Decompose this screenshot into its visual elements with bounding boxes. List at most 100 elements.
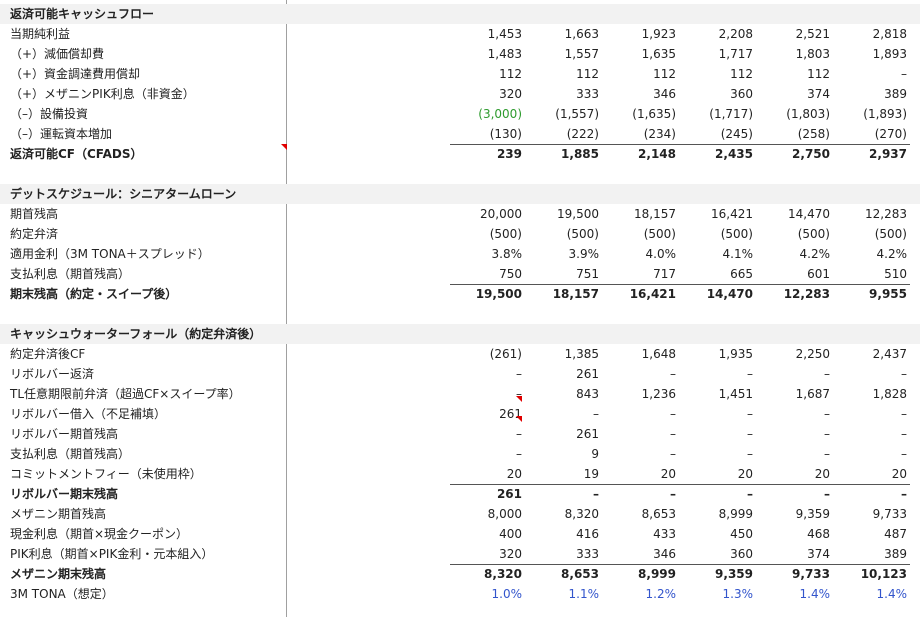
- value-cell[interactable]: 261: [448, 404, 522, 424]
- value-cell[interactable]: 2,437: [833, 344, 907, 364]
- value-cell[interactable]: 261: [448, 484, 522, 504]
- table-row[interactable]: メザニン期首残高 8,000 8,320 8,653 8,999 9,359 9,733: [0, 504, 920, 524]
- value-cell[interactable]: 19,500: [448, 284, 522, 304]
- value-cell[interactable]: 14,470: [756, 204, 830, 224]
- value-cell[interactable]: (3,000): [448, 104, 522, 124]
- value-cell[interactable]: 3.9%: [525, 244, 600, 264]
- value-cell[interactable]: 239: [448, 144, 522, 164]
- value-cell[interactable]: 1,483: [448, 44, 522, 64]
- table-row[interactable]: リボルバー期末残高 261– – – – –: [0, 484, 920, 504]
- value-cell[interactable]: 20: [602, 464, 676, 484]
- value-cell[interactable]: 1,885: [525, 144, 599, 164]
- value-cell[interactable]: (234): [602, 124, 676, 144]
- value-cell[interactable]: 261: [525, 424, 599, 444]
- value-cell[interactable]: 8,999: [679, 504, 753, 524]
- value-cell[interactable]: 9,955: [833, 284, 907, 304]
- value-cell[interactable]: 112: [756, 64, 830, 84]
- value-cell[interactable]: 1,236: [602, 384, 676, 404]
- value-cell[interactable]: 19,500: [525, 204, 599, 224]
- table-row[interactable]: 3M TONA（想定） 1.0% 1.1% 1.2% 1.3% 1.4% 1.4%: [0, 584, 920, 604]
- value-cell[interactable]: (500): [833, 224, 907, 244]
- value-cell[interactable]: (1,803): [756, 104, 830, 124]
- value-cell[interactable]: 4.1%: [679, 244, 754, 264]
- value-cell[interactable]: –: [602, 404, 676, 424]
- value-cell[interactable]: 400: [448, 524, 522, 544]
- value-cell[interactable]: (1,717): [679, 104, 753, 124]
- value-cell[interactable]: 1.0%: [448, 584, 523, 604]
- value-cell[interactable]: 9,359: [679, 564, 753, 584]
- value-cell[interactable]: –: [448, 424, 522, 444]
- table-row[interactable]: 当期純利益 1,453 1,663 1,923 2,208 2,521 2,818: [0, 24, 920, 44]
- value-cell[interactable]: 1,717: [679, 44, 753, 64]
- value-cell[interactable]: 16,421: [679, 204, 753, 224]
- value-cell[interactable]: 1.3%: [679, 584, 754, 604]
- value-cell[interactable]: –: [833, 444, 907, 464]
- value-cell[interactable]: 360: [679, 84, 753, 104]
- value-cell[interactable]: –: [602, 444, 676, 464]
- value-cell[interactable]: (130): [448, 124, 522, 144]
- value-cell[interactable]: 4.2%: [833, 244, 908, 264]
- value-cell[interactable]: (258): [756, 124, 830, 144]
- comment-indicator-icon[interactable]: [281, 144, 287, 150]
- table-row[interactable]: 期末残高（約定・スイープ後） 19,500 18,157 16,421 14,470 12…: [0, 284, 920, 304]
- value-cell[interactable]: 1,635: [602, 44, 676, 64]
- value-cell[interactable]: 8,653: [602, 504, 676, 524]
- value-cell[interactable]: 487: [833, 524, 907, 544]
- value-cell[interactable]: 1.2%: [602, 584, 677, 604]
- value-cell[interactable]: 12,283: [833, 204, 907, 224]
- value-cell[interactable]: 9: [525, 444, 599, 464]
- value-cell[interactable]: 468: [756, 524, 830, 544]
- value-cell[interactable]: 333: [525, 84, 599, 104]
- table-row[interactable]: リボルバー借入（不足補填） 261– – – – –: [0, 404, 920, 424]
- value-cell[interactable]: –: [602, 364, 676, 384]
- value-cell[interactable]: (500): [756, 224, 830, 244]
- value-cell[interactable]: 10,123: [833, 564, 907, 584]
- table-row[interactable]: 現金利息（期首×現金クーポン） 400 416 433 450 468 487: [0, 524, 920, 544]
- value-cell[interactable]: 1,687: [756, 384, 830, 404]
- value-cell[interactable]: 2,750: [756, 144, 830, 164]
- value-cell[interactable]: 261: [525, 364, 599, 384]
- value-cell[interactable]: 18,157: [602, 204, 676, 224]
- value-cell[interactable]: 374: [756, 544, 830, 564]
- value-cell[interactable]: 450: [679, 524, 753, 544]
- value-cell[interactable]: 112: [525, 64, 599, 84]
- table-row[interactable]: （+）資金調達費用償却 112 112 112 112 112–: [0, 64, 920, 84]
- value-cell[interactable]: 8,653: [525, 564, 599, 584]
- table-row[interactable]: 支払利息（期首残高） 750 751 717 665 601 510: [0, 264, 920, 284]
- value-cell[interactable]: 389: [833, 544, 907, 564]
- value-cell[interactable]: 16,421: [602, 284, 676, 304]
- value-cell[interactable]: 1.4%: [756, 584, 831, 604]
- value-cell[interactable]: 751: [525, 264, 599, 284]
- value-cell[interactable]: 2,521: [756, 24, 830, 44]
- value-cell[interactable]: 346: [602, 84, 676, 104]
- value-cell[interactable]: –: [679, 424, 753, 444]
- value-cell[interactable]: –: [448, 364, 522, 384]
- value-cell[interactable]: 843: [525, 384, 599, 404]
- value-cell[interactable]: 1,803: [756, 44, 830, 64]
- table-row[interactable]: TL任意期限前弁済（超過CF×スイープ率） –843 1,236 1,451 1,687…: [0, 384, 920, 404]
- value-cell[interactable]: (1,557): [525, 104, 599, 124]
- value-cell[interactable]: 389: [833, 84, 907, 104]
- table-row[interactable]: 返済可能CF（CFADS） 239 1,885 2,148 2,435 2,750 2,93…: [0, 144, 920, 164]
- table-row[interactable]: 期首残高 20,000 19,500 18,157 16,421 14,470 12,283: [0, 204, 920, 224]
- value-cell[interactable]: 20: [448, 464, 522, 484]
- value-cell[interactable]: 750: [448, 264, 522, 284]
- table-row[interactable]: コミットメントフィー（未使用枠） 20 19 20 20 20 20: [0, 464, 920, 484]
- value-cell[interactable]: 1.1%: [525, 584, 600, 604]
- value-cell[interactable]: 1,451: [679, 384, 753, 404]
- value-cell[interactable]: 360: [679, 544, 753, 564]
- value-cell[interactable]: 14,470: [679, 284, 753, 304]
- value-cell[interactable]: 2,435: [679, 144, 753, 164]
- value-cell[interactable]: 1,453: [448, 24, 522, 44]
- comment-indicator-icon[interactable]: [516, 416, 522, 422]
- value-cell[interactable]: 1,935: [679, 344, 753, 364]
- value-cell[interactable]: 112: [448, 64, 522, 84]
- value-cell[interactable]: (1,635): [602, 104, 676, 124]
- value-cell[interactable]: 20: [756, 464, 830, 484]
- table-row[interactable]: メザニン期末残高 8,320 8,653 8,999 9,359 9,733 10,123: [0, 564, 920, 584]
- table-row[interactable]: （–）運転資本増加 (130) (222) (234) (245) (258) (270): [0, 124, 920, 144]
- table-row[interactable]: 支払利息（期首残高） –9– – – –: [0, 444, 920, 464]
- value-cell[interactable]: –: [679, 404, 753, 424]
- value-cell[interactable]: (222): [525, 124, 599, 144]
- value-cell[interactable]: 112: [602, 64, 676, 84]
